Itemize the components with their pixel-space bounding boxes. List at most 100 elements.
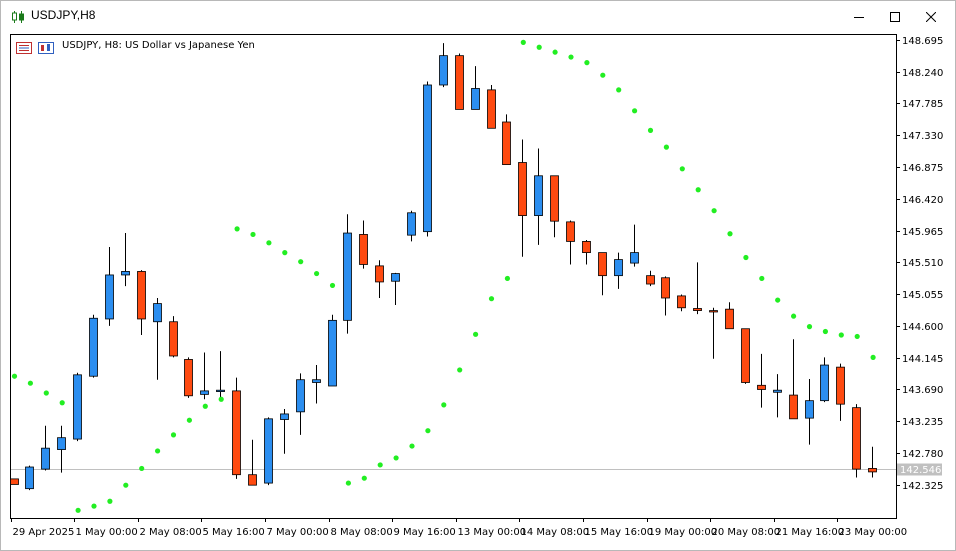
candle-body: [343, 232, 352, 321]
sar-dot: [43, 390, 49, 396]
indicator-list-icon[interactable]: [16, 39, 32, 54]
candle-body: [789, 394, 798, 420]
candle-body: [10, 478, 19, 485]
sar-dot: [282, 250, 288, 256]
sar-dot: [170, 432, 177, 438]
minimize-button[interactable]: [841, 1, 877, 32]
chart-legend: USDJPY, H8: US Dollar vs Japanese Yen: [16, 38, 255, 54]
x-tick-label: 20 May 08:00: [712, 527, 781, 538]
candle-body: [693, 308, 702, 311]
candle-body: [709, 310, 718, 313]
candle-body: [646, 275, 655, 285]
candle-body: [105, 274, 114, 320]
x-tick-label: 15 May 16:00: [585, 527, 654, 538]
candle-body: [375, 265, 384, 283]
sar-dot: [27, 380, 33, 386]
maximize-icon: [890, 11, 900, 22]
window-title: USDJPY,H8: [31, 8, 96, 22]
sar-dot: [695, 187, 701, 193]
sar-dot: [584, 60, 590, 66]
y-tick-label: 146.875: [902, 163, 943, 174]
y-tick-label: 142.780: [902, 449, 943, 460]
x-tick-label: 7 May 00:00: [267, 527, 329, 538]
maximize-button[interactable]: [877, 1, 913, 32]
y-tick-label: 144.600: [902, 322, 943, 333]
sar-dot: [155, 448, 161, 454]
candle-body: [820, 364, 829, 402]
sar-dot: [870, 354, 876, 360]
sar-dot: [775, 297, 781, 303]
sar-dot: [711, 208, 717, 214]
candle-body: [137, 271, 146, 320]
candlestick-icon: [11, 9, 25, 23]
sar-dot: [139, 465, 145, 472]
candle-body: [153, 303, 162, 323]
sar-dot: [600, 72, 606, 78]
chart-area[interactable]: 148.695 148.240 147.785 147.330 146.875 146.4…: [2, 32, 955, 550]
candle-body: [200, 390, 209, 395]
candle-body: [661, 277, 670, 299]
x-tick-label: 19 May 00:00: [649, 527, 718, 538]
candle-body: [232, 390, 241, 476]
sar-dot: [647, 127, 654, 133]
candle-body: [805, 400, 814, 419]
x-tick-label: 21 May 16:00: [776, 527, 845, 538]
x-tick-label: 9 May 16:00: [394, 527, 456, 538]
y-tick-label: 147.330: [902, 131, 943, 142]
sar-dot: [425, 428, 431, 434]
sar-dot: [250, 231, 256, 238]
sar-dot: [409, 443, 415, 449]
y-tick-label: 145.965: [902, 227, 943, 238]
close-button[interactable]: [913, 1, 949, 32]
candle-body: [773, 389, 782, 393]
sar-dot: [504, 275, 510, 282]
sar-dot: [75, 507, 81, 513]
sar-dot: [632, 108, 638, 114]
x-tick-label: 14 May 08:00: [521, 527, 590, 538]
candle-body: [566, 221, 575, 242]
chart-title: USDJPY, H8: US Dollar vs Japanese Yen: [62, 39, 255, 51]
candle-body: [502, 121, 511, 166]
candle-body: [550, 175, 559, 222]
x-tick-label: 1 May 00:00: [76, 527, 138, 538]
chart-properties-icon[interactable]: [38, 39, 54, 54]
candle-body: [169, 321, 178, 357]
sar-dot: [123, 482, 129, 488]
sar-dot: [234, 226, 240, 232]
sar-dot: [266, 240, 272, 246]
candle-body: [248, 474, 257, 486]
sar-dot: [218, 396, 224, 402]
sar-dot: [822, 328, 829, 335]
sar-dot: [329, 282, 336, 289]
sar-dot: [663, 144, 670, 150]
candle-body: [391, 273, 400, 282]
sar-dot: [457, 367, 463, 373]
candle-body: [614, 259, 623, 277]
sar-dot: [488, 296, 495, 302]
x-tick-label: 23 May 00:00: [839, 527, 908, 538]
sar-dot: [377, 462, 383, 468]
current-price-label: 142.546: [900, 465, 941, 476]
sar-dot: [11, 373, 18, 379]
candle-body: [455, 55, 464, 110]
y-tick-label: 146.420: [902, 195, 943, 206]
sar-dot: [107, 498, 113, 504]
y-tick-label: 147.785: [902, 99, 943, 110]
title-bar[interactable]: USDJPY,H8: [1, 1, 955, 32]
sar-dot: [59, 400, 65, 406]
x-tick-label: 29 Apr 2025: [13, 527, 75, 538]
candle-body: [852, 407, 861, 470]
candle-body: [89, 317, 98, 377]
candle-body: [582, 241, 591, 254]
y-tick-label: 144.145: [902, 354, 943, 365]
sar-dot: [568, 54, 574, 60]
chart-window: USDJPY,H8 148.695 148.240 147.785 147.330 14…: [0, 0, 956, 551]
sar-dot: [345, 480, 351, 486]
candle-body: [280, 413, 289, 420]
candle-body: [534, 175, 543, 216]
candle-body: [518, 162, 527, 216]
candlestick-chart[interactable]: 148.695 148.240 147.785 147.330 146.875 146.4…: [2, 32, 955, 550]
candle-body: [264, 418, 273, 484]
sar-dot: [314, 270, 320, 277]
candle-body: [725, 308, 734, 330]
